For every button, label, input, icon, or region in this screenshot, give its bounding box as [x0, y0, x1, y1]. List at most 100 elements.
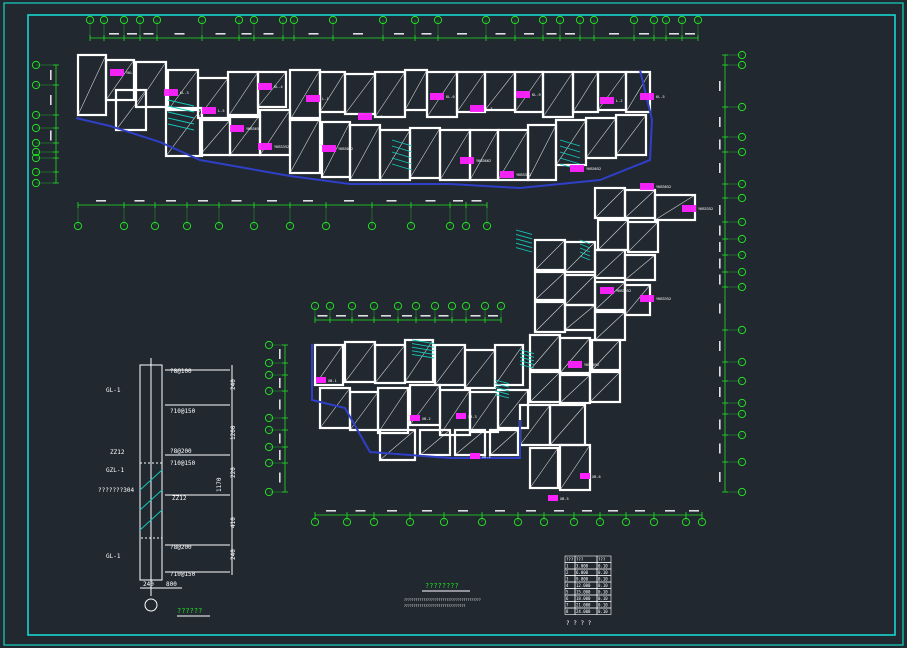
dimension-text	[215, 33, 226, 35]
mark-label: XB-2	[422, 417, 431, 421]
beam-tag: L-3	[486, 107, 493, 111]
slab-diagonal	[469, 391, 499, 433]
dimension-text	[554, 510, 564, 512]
dimension-text	[50, 95, 52, 105]
detail-label: ZZ12	[110, 449, 125, 456]
dimension-text	[174, 33, 185, 35]
slab-diagonal	[594, 311, 626, 341]
dimension-text	[495, 33, 506, 35]
dimension-text	[524, 33, 534, 35]
beam-tag: KL-4	[274, 85, 283, 89]
dimension-text	[358, 315, 368, 317]
dimension-text	[279, 349, 281, 359]
table-cell-text: ???	[576, 557, 584, 562]
beam-tag-box	[164, 89, 178, 96]
slab-diagonal	[529, 447, 559, 489]
slab-diagonal	[115, 89, 147, 131]
slab-diagonal	[165, 107, 203, 157]
mark-label: XB-1	[328, 379, 337, 383]
hatch-line	[167, 111, 195, 119]
hatch-line	[515, 242, 533, 249]
detail-callout: ?8@200	[170, 544, 192, 551]
detail-dim: 220	[230, 467, 237, 478]
beam-tag-box	[460, 157, 474, 164]
slab-diagonal	[559, 444, 591, 491]
dimension-text	[267, 200, 277, 202]
beam-tag-box	[110, 69, 124, 76]
dimension-text	[719, 419, 721, 430]
slab-diagonal	[527, 124, 557, 181]
slab-diagonal	[572, 71, 599, 113]
slab-diagonal	[559, 374, 591, 404]
hatch-line	[559, 145, 581, 153]
dimension-text	[326, 510, 336, 512]
dimension-text	[719, 341, 721, 351]
slab-diagonal	[319, 71, 346, 113]
slab-diagonal	[469, 129, 499, 181]
detail-label: GL-1	[106, 553, 121, 560]
dimension-text	[231, 200, 242, 202]
slab-diagonal	[439, 129, 471, 181]
dimension-text	[546, 33, 557, 35]
dimension-text	[495, 510, 505, 512]
table-cell-text: 2	[566, 570, 569, 575]
hatch-line	[167, 117, 195, 125]
wing-accent-outline	[75, 69, 654, 190]
beam-tag-box	[640, 93, 654, 100]
slab-diagonal	[464, 349, 496, 389]
beam-tag-box	[470, 105, 484, 112]
hatch-line	[559, 139, 581, 147]
beam-tag-box	[568, 361, 582, 368]
slab-diagonal	[542, 71, 574, 118]
dimension-text	[635, 510, 645, 512]
detail-marker: ZZ12	[172, 495, 187, 502]
dimension-text	[685, 33, 695, 35]
mark-label: XB-6	[592, 475, 601, 479]
slab-diagonal	[434, 344, 466, 386]
table-cell-text: ???	[566, 557, 574, 562]
slab-diagonal	[529, 371, 561, 403]
slab-diagonal	[589, 371, 621, 403]
dimension-text	[719, 163, 721, 173]
mark-box	[580, 473, 590, 479]
hatch-line	[515, 229, 533, 235]
general-notes: ???????? ???????????????????????????????…	[404, 582, 481, 608]
detail-caption: ??????	[177, 607, 202, 615]
dimension-text	[719, 225, 721, 236]
table-cell-text: 3	[566, 577, 569, 582]
table-caption: ? ? ? ?	[566, 620, 592, 627]
slab-diagonal	[624, 254, 656, 281]
slab-diagonal	[439, 389, 471, 436]
hatch-line	[411, 350, 435, 355]
dimension-text	[308, 33, 319, 35]
table-cell-text: 18.000	[576, 596, 591, 601]
dimension-text	[453, 200, 463, 202]
beam-tag-box	[358, 113, 372, 120]
detail-dim: 240	[230, 549, 237, 560]
beam-tag-box	[640, 183, 654, 190]
beam-tag: KL-5	[656, 95, 665, 99]
slab-diagonal	[135, 61, 167, 108]
dimension-text	[420, 315, 431, 317]
dimension-text	[394, 33, 404, 35]
table-cell-text: 4	[566, 583, 569, 588]
slab-diagonal	[105, 59, 135, 101]
hatch-line	[515, 233, 533, 240]
slab-diagonal	[564, 304, 596, 331]
slab-diagonal	[379, 129, 411, 181]
hatch-line	[411, 346, 435, 352]
detail-callout: ?10@150	[170, 460, 196, 467]
dimension-text	[719, 139, 721, 150]
dimension-text	[719, 258, 721, 269]
dimension-text	[438, 315, 449, 317]
table-cell-text: 0.10	[598, 603, 608, 608]
slab-diagonal	[615, 114, 647, 156]
beam-tag-box	[600, 97, 614, 104]
detail-callout: ?10@150	[170, 571, 196, 578]
table-cell-text: 8	[566, 609, 569, 614]
hatch-line	[559, 157, 581, 165]
slab-diagonal	[419, 429, 451, 456]
dimension-text	[387, 510, 397, 512]
cad-viewport[interactable]: YKL-1 KL-3 L-5 KL-4 L-1 KL-2 KL-6 L-3 KL-9 L-2 KL-…	[0, 0, 907, 648]
mark-box	[456, 413, 466, 419]
